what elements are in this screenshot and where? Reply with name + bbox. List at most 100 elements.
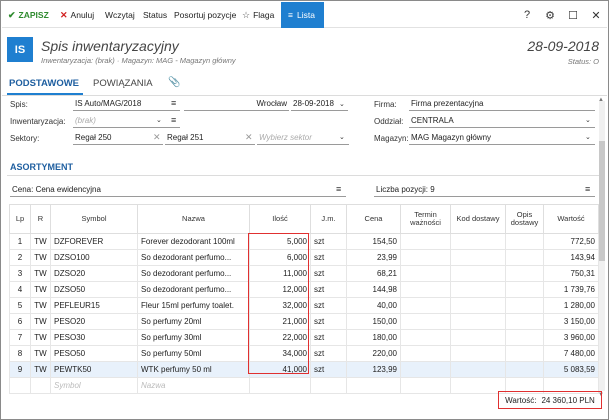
- close-window-button[interactable]: ✕: [588, 2, 604, 28]
- cell-opis[interactable]: [505, 361, 544, 378]
- cell-ilosc[interactable]: 32,000: [249, 297, 311, 314]
- column-header[interactable]: Ilość: [249, 204, 311, 234]
- cell-cena[interactable]: 220,00: [346, 345, 401, 362]
- new-cell-jm[interactable]: [310, 377, 347, 394]
- save-button[interactable]: ✔ ZAPISZ: [8, 2, 49, 28]
- list-button[interactable]: ≡ Lista: [281, 2, 324, 28]
- cancel-button[interactable]: ✕ Anuluj: [60, 2, 94, 28]
- column-header[interactable]: Lp: [9, 204, 31, 234]
- cell-opis[interactable]: [505, 233, 544, 250]
- column-header[interactable]: Kod dostawy: [450, 204, 506, 234]
- warehouse-field[interactable]: MAG Magazyn główny: [409, 132, 595, 145]
- menu-icon[interactable]: ≡: [171, 98, 176, 108]
- cell-wartosc[interactable]: 772,50: [543, 233, 599, 250]
- cell-nazwa[interactable]: WTK perfumy 50 ml: [137, 361, 250, 378]
- cell-lp[interactable]: 4: [9, 281, 31, 298]
- tab-attachments[interactable]: 📎: [168, 77, 180, 93]
- cell-cena[interactable]: 123,99: [346, 361, 401, 378]
- chevron-down-icon[interactable]: ⌄: [339, 133, 345, 141]
- cell-termin[interactable]: [400, 249, 451, 266]
- cell-termin[interactable]: [400, 281, 451, 298]
- place-field[interactable]: Wrocław: [184, 98, 289, 111]
- cell-r[interactable]: TW: [30, 297, 51, 314]
- remove-sector-icon[interactable]: ✕: [245, 132, 253, 143]
- cell-lp[interactable]: 3: [9, 265, 31, 282]
- cell-termin[interactable]: [400, 313, 451, 330]
- load-button[interactable]: Wczytaj: [105, 2, 135, 28]
- cell-kod[interactable]: [450, 249, 506, 266]
- tab-links[interactable]: POWIĄZANIA: [93, 78, 153, 94]
- company-field[interactable]: Firma prezentacyjna: [409, 98, 595, 111]
- cell-wartosc[interactable]: 3 150,00: [543, 313, 599, 330]
- cell-termin[interactable]: [400, 361, 451, 378]
- new-cell-termin[interactable]: [400, 377, 451, 394]
- cell-wartosc[interactable]: 3 960,00: [543, 329, 599, 346]
- chevron-down-icon[interactable]: ⌄: [156, 116, 162, 124]
- table-row[interactable]: 2 TW DZSO100 So dezodorant perfumo... 6,000 s…: [9, 249, 599, 266]
- cell-kod[interactable]: [450, 361, 506, 378]
- cell-nazwa[interactable]: Forever dezodorant 100ml: [137, 233, 250, 250]
- column-header[interactable]: Symbol: [50, 204, 138, 234]
- cell-symbol[interactable]: PESO50: [50, 345, 138, 362]
- cell-termin[interactable]: [400, 233, 451, 250]
- cell-cena[interactable]: 23,99: [346, 249, 401, 266]
- status-button[interactable]: Status: [143, 2, 167, 28]
- table-row[interactable]: 5 TW PEFLEUR15 Fleur 15ml perfumy toalet. 32…: [9, 297, 599, 314]
- cell-symbol[interactable]: PESO30: [50, 329, 138, 346]
- cell-symbol[interactable]: DZSO50: [50, 281, 138, 298]
- table-row[interactable]: 7 TW PESO30 So perfumy 30ml 22,000 szt 180,00 3…: [9, 329, 599, 346]
- cell-jm[interactable]: szt: [310, 233, 347, 250]
- cell-opis[interactable]: [505, 313, 544, 330]
- sort-positions-button[interactable]: Posortuj pozycje: [174, 2, 236, 28]
- cell-ilosc[interactable]: 11,000: [249, 265, 311, 282]
- cell-r[interactable]: TW: [30, 345, 51, 362]
- column-header[interactable]: Wartość: [543, 204, 599, 234]
- cell-kod[interactable]: [450, 313, 506, 330]
- cell-nazwa[interactable]: So dezodorant perfumo...: [137, 281, 250, 298]
- menu-icon[interactable]: ≡: [585, 184, 590, 194]
- scroll-up-icon[interactable]: ▲: [598, 97, 604, 103]
- cell-r[interactable]: TW: [30, 233, 51, 250]
- cell-kod[interactable]: [450, 233, 506, 250]
- cell-cena[interactable]: 68,21: [346, 265, 401, 282]
- cell-r[interactable]: TW: [30, 329, 51, 346]
- cell-lp[interactable]: 2: [9, 249, 31, 266]
- table-row[interactable]: 3 TW DZSO20 So dezodorant perfumo... 11,000 s…: [9, 265, 599, 282]
- cell-symbol[interactable]: PEWTK50: [50, 361, 138, 378]
- cell-symbol[interactable]: DZFOREVER: [50, 233, 138, 250]
- cell-symbol[interactable]: PESO20: [50, 313, 138, 330]
- cell-nazwa[interactable]: So dezodorant perfumo...: [137, 249, 250, 266]
- cell-kod[interactable]: [450, 281, 506, 298]
- cell-jm[interactable]: szt: [310, 345, 347, 362]
- cell-nazwa[interactable]: So perfumy 30ml: [137, 329, 250, 346]
- cell-ilosc[interactable]: 12,000: [249, 281, 311, 298]
- column-header[interactable]: Opis dostawy: [505, 204, 544, 234]
- cell-wartosc[interactable]: 143,94: [543, 249, 599, 266]
- cell-kod[interactable]: [450, 329, 506, 346]
- remove-sector-icon[interactable]: ✕: [153, 132, 161, 143]
- flag-button[interactable]: ☆ Flaga: [242, 2, 274, 28]
- cell-opis[interactable]: [505, 329, 544, 346]
- table-row[interactable]: 9 TW PEWTK50 WTK perfumy 50 ml 41,000 szt 123,…: [9, 361, 599, 378]
- sector-tag-1[interactable]: Regał 250: [73, 132, 163, 145]
- cell-opis[interactable]: [505, 249, 544, 266]
- cell-opis[interactable]: [505, 265, 544, 282]
- column-header[interactable]: R: [30, 204, 51, 234]
- menu-icon[interactable]: ≡: [171, 115, 176, 125]
- cell-ilosc[interactable]: 34,000: [249, 345, 311, 362]
- chevron-down-icon[interactable]: ⌄: [339, 100, 345, 108]
- table-row[interactable]: 4 TW DZSO50 So dezodorant perfumo... 12,000 s…: [9, 281, 599, 298]
- new-cell-nazwa[interactable]: Nazwa: [137, 377, 250, 394]
- new-cell-ilosc[interactable]: [249, 377, 311, 394]
- cell-cena[interactable]: 144,98: [346, 281, 401, 298]
- maximize-button[interactable]: ☐: [565, 2, 581, 28]
- chevron-down-icon[interactable]: ⌄: [585, 116, 591, 124]
- column-header[interactable]: Termin ważności: [400, 204, 451, 234]
- cell-kod[interactable]: [450, 345, 506, 362]
- table-row[interactable]: 8 TW PESO50 So perfumy 50ml 34,000 szt 220,00 7…: [9, 345, 599, 362]
- new-cell-cena[interactable]: [346, 377, 401, 394]
- table-row[interactable]: 1 TW DZFOREVER Forever dezodorant 100ml 5,00…: [9, 233, 599, 250]
- chevron-down-icon[interactable]: ⌄: [585, 133, 591, 141]
- cell-opis[interactable]: [505, 345, 544, 362]
- cell-r[interactable]: TW: [30, 265, 51, 282]
